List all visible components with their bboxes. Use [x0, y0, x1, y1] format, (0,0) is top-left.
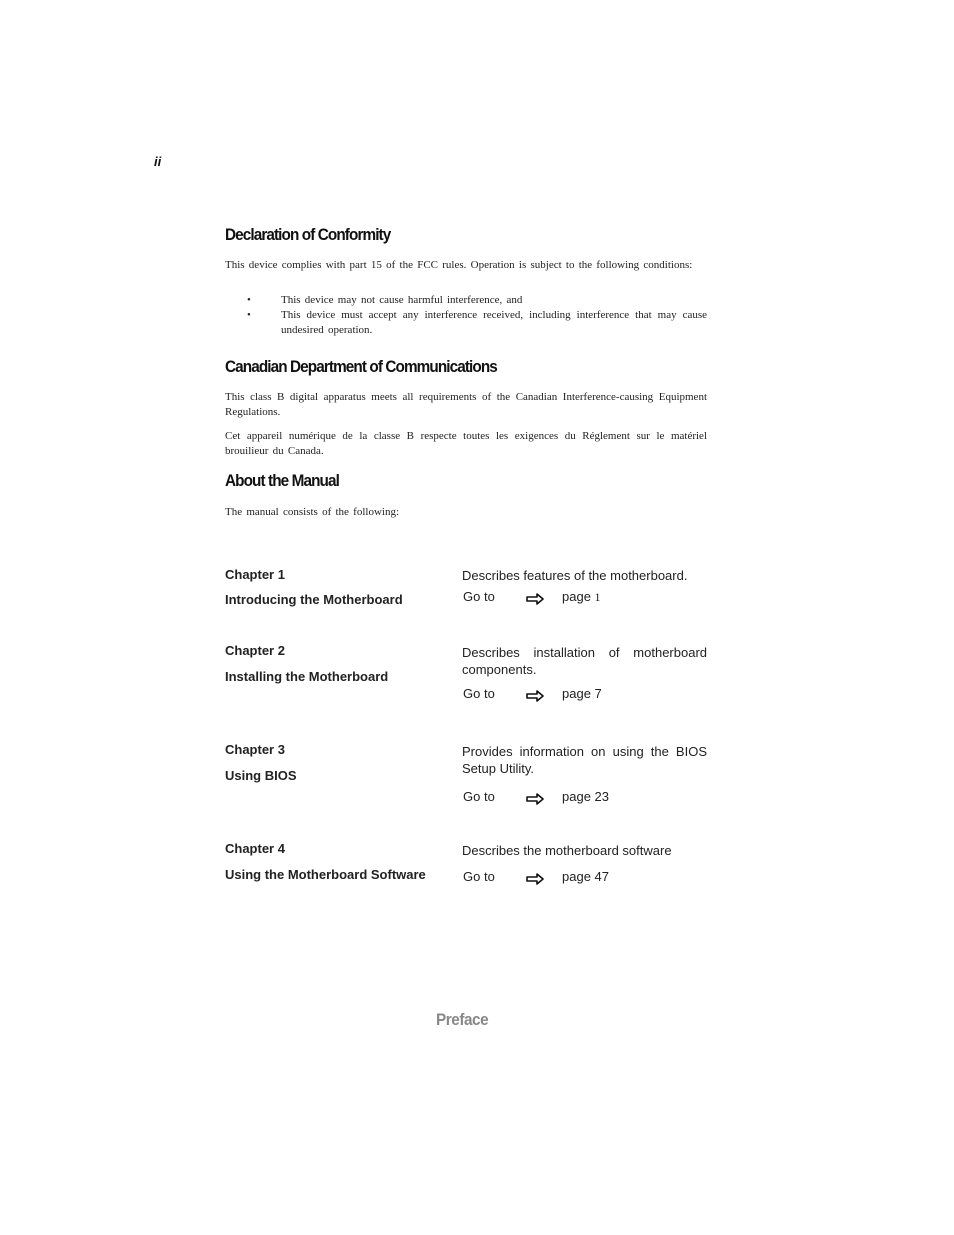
page-label: page — [562, 789, 591, 804]
chapter-title: Introducing the Motherboard — [225, 592, 403, 607]
chapter-title: Using BIOS — [225, 768, 297, 783]
chapter-number: Chapter 4 — [225, 841, 285, 856]
chapter-title: Using the Motherboard Software — [225, 867, 426, 882]
page-value: 47 — [594, 869, 610, 884]
chapter-goto-link[interactable]: Go to page 7 — [463, 686, 663, 704]
goto-label: Go to — [463, 869, 495, 884]
bullet-item: • This device may not cause harmful inte… — [225, 293, 707, 308]
page-value: 1 — [594, 590, 601, 604]
page-label: page — [562, 686, 591, 701]
chapter-title: Installing the Motherboard — [225, 669, 389, 684]
chapter-goto-link[interactable]: Go to page 1 — [463, 589, 663, 607]
declaration-intro: This device complies with part 15 of the… — [225, 259, 693, 271]
chapter-description: Describes installation of motherboard co… — [462, 645, 707, 677]
page-label: page — [562, 869, 591, 884]
section-heading-canadian: Canadian Department of Communications — [225, 357, 498, 376]
goto-label: Go to — [463, 589, 495, 604]
chapter-goto-link[interactable]: Go to page 47 — [463, 869, 663, 887]
right-arrow-icon — [526, 593, 544, 605]
chapter-description: Describes features of the motherboard. — [462, 568, 688, 583]
goto-label: Go to — [463, 686, 495, 701]
right-arrow-icon — [526, 873, 544, 885]
chapter-description: Provides information on using the BIOS S… — [462, 744, 707, 776]
section-heading-declaration: Declaration of Conformity — [225, 225, 391, 244]
page-value: 7 — [594, 686, 602, 701]
chapter-goto-link[interactable]: Go to page 23 — [463, 789, 663, 807]
goto-page: page 23 — [562, 789, 609, 804]
goto-page: page 47 — [562, 869, 609, 884]
goto-page: page 1 — [562, 589, 601, 605]
right-arrow-icon — [526, 793, 544, 805]
chapter-description: Describes the motherboard software — [462, 843, 672, 858]
chapter-number: Chapter 3 — [225, 742, 285, 757]
footer-section-name: Preface — [436, 1010, 489, 1029]
goto-label: Go to — [463, 789, 495, 804]
chapter-number: Chapter 1 — [225, 567, 285, 582]
section-heading-about: About the Manual — [225, 471, 340, 490]
about-intro: The manual consists of the following: — [225, 506, 399, 518]
page-value: 23 — [594, 789, 610, 804]
bullet-item: • This device must accept any interferen… — [225, 308, 707, 338]
bullet-icon: • — [247, 309, 251, 321]
bullet-text: This device must accept any interference… — [281, 309, 707, 336]
page-number: ii — [154, 154, 162, 169]
chapter-number: Chapter 2 — [225, 643, 285, 658]
bullet-text: This device may not cause harmful interf… — [281, 294, 523, 306]
canadian-paragraph-french: Cet appareil numérique de la classe B re… — [225, 430, 707, 457]
bullet-icon: • — [247, 294, 251, 306]
goto-page: page 7 — [562, 686, 602, 701]
right-arrow-icon — [526, 690, 544, 702]
canadian-paragraph-english: This class B digital apparatus meets all… — [225, 391, 707, 418]
page-label: page — [562, 589, 591, 604]
